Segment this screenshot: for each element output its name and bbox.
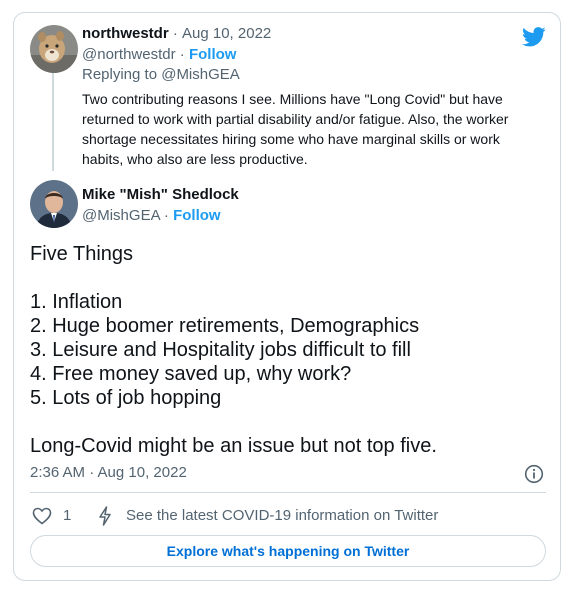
mish-avatar[interactable] [30,180,78,228]
northwestdr-avatar[interactable] [30,25,78,73]
tweet-line: 1. Inflation [30,291,123,313]
tweet-actions-bar: 1 See the latest COVID-19 information on… [30,505,546,527]
tweet-line: 4. Free money saved up, why work? [30,363,352,385]
action-divider [30,492,546,493]
reply-display-name[interactable]: northwestdr [82,25,169,42]
tweet-line [30,266,550,290]
lightning-bolt-icon [99,506,111,526]
heart-icon[interactable] [32,507,52,525]
tweet-line [30,410,550,434]
twitter-bird-icon[interactable] [522,27,546,47]
info-icon[interactable] [524,464,544,484]
tweet-line: 2. Huge boomer retirements, Demographics [30,315,420,337]
main-handle-line: @MishGEA · Follow [82,207,221,224]
tweet-timestamp[interactable]: 2:36 AM · Aug 10, 2022 [30,464,187,481]
covid-info-link[interactable]: See the latest COVID-19 information on T… [126,507,438,524]
reply-date[interactable]: Aug 10, 2022 [182,25,271,42]
main-handle-separator: · [163,207,169,224]
like-count[interactable]: 1 [63,507,71,524]
reply-author-header: northwestdr · Aug 10, 2022 [82,25,271,42]
main-follow-link[interactable]: Follow [173,207,221,224]
tweet-line: Five Things [30,243,134,265]
cougar-photo-icon [30,25,78,73]
reply-handle[interactable]: @northwestdr [82,46,176,63]
thread-connector-line [52,73,54,171]
explore-button[interactable]: Explore what's happening on Twitter [30,535,546,567]
main-display-name[interactable]: Mike "Mish" Shedlock [82,186,239,203]
main-handle[interactable]: @MishGEA [82,207,160,224]
reply-handle-separator: · [179,46,185,63]
tweet-line: 3. Leisure and Hospitality jobs difficul… [30,339,411,361]
reply-follow-link[interactable]: Follow [189,46,237,63]
tweet-line: Long-Covid might be an issue but not top… [30,435,437,457]
main-tweet-text: Five Things 1. Inflation 2. Huge boomer … [30,242,550,458]
reply-tweet-text: Two contributing reasons I see. Millions… [82,91,509,167]
reply-separator: · [172,25,178,42]
person-photo-icon [30,180,78,228]
reply-handle-line: @northwestdr · Follow [82,46,236,63]
replying-to-label[interactable]: Replying to @MishGEA [82,66,240,83]
tweet-line: 5. Lots of job hopping [30,387,222,409]
